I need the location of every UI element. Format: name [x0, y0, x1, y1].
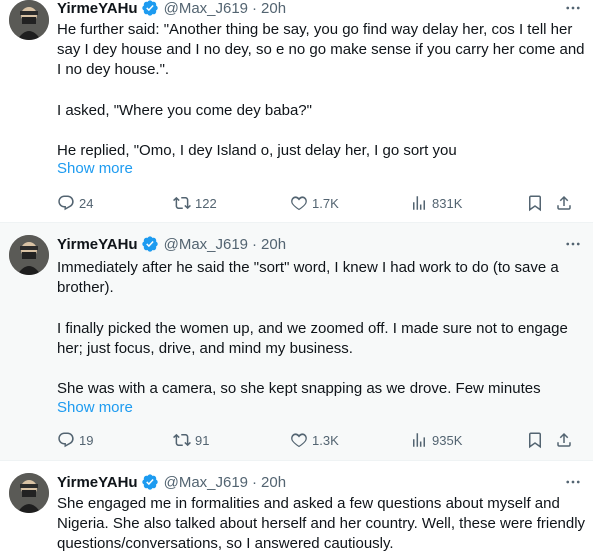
tweet-text: She engaged me in formalities and asked …	[57, 494, 587, 553]
views-bar-chart-icon	[410, 194, 428, 212]
reply-icon	[57, 194, 75, 212]
verified-badge-icon	[141, 473, 159, 491]
author-handle[interactable]: @Max_J619	[164, 236, 248, 253]
author-name[interactable]: YirmeYAHu	[57, 0, 138, 17]
show-more-link[interactable]: Show more	[57, 399, 133, 416]
views-bar-chart-icon	[410, 431, 428, 449]
tweet-header: YirmeYAHu @Max_J619 · 20h	[57, 234, 583, 254]
heart-icon	[290, 431, 308, 449]
views-button[interactable]: 831K	[410, 193, 462, 213]
tweet-header: YirmeYAHu @Max_J619 · 20h	[57, 0, 583, 18]
repost-button[interactable]: 91	[173, 430, 209, 450]
timestamp[interactable]: 20h	[261, 0, 286, 17]
paragraph: He further said: "Another thing be say, …	[57, 21, 585, 79]
tweet-actions: 24 122 1.7K 831K	[57, 193, 577, 213]
reply-button[interactable]: 24	[57, 193, 93, 213]
avatar[interactable]	[9, 0, 49, 40]
views-button[interactable]: 935K	[410, 430, 462, 450]
paragraph: She was with a camera, so she kept snapp…	[57, 380, 541, 398]
share-icon	[555, 431, 573, 449]
avatar[interactable]	[9, 473, 49, 513]
share-button[interactable]	[555, 430, 573, 450]
more-horizontal-icon[interactable]	[563, 234, 583, 254]
paragraph: I finally picked the women up, and we zo…	[57, 319, 568, 357]
reply-icon	[57, 431, 75, 449]
heart-icon	[290, 194, 308, 212]
separator: ·	[252, 235, 258, 253]
like-count: 1.7K	[312, 195, 339, 211]
separator: ·	[252, 0, 258, 17]
share-button[interactable]	[555, 193, 573, 213]
paragraph: I asked, "Where you come dey baba?"	[57, 101, 312, 119]
separator: ·	[252, 473, 258, 491]
show-more-link[interactable]: Show more	[57, 160, 133, 177]
verified-badge-icon	[141, 0, 159, 17]
repost-count: 122	[195, 195, 217, 211]
tweet-text: He further said: "Another thing be say, …	[57, 20, 587, 161]
like-button[interactable]: 1.7K	[290, 193, 339, 213]
more-horizontal-icon[interactable]	[563, 472, 583, 492]
bookmark-button[interactable]	[526, 430, 544, 450]
timeline: YirmeYAHu @Max_J619 · 20h He further sai…	[0, 0, 593, 553]
bookmark-icon	[526, 194, 544, 212]
tweet-actions: 19 91 1.3K 935K	[57, 430, 577, 450]
views-count: 831K	[432, 195, 463, 211]
reply-count: 24	[79, 195, 94, 211]
repost-count: 91	[195, 432, 210, 448]
tweet[interactable]: YirmeYAHu @Max_J619 · 20h Immediately af…	[0, 222, 593, 460]
reply-button[interactable]: 19	[57, 430, 93, 450]
paragraph: She engaged me in formalities and asked …	[57, 495, 586, 553]
reply-count: 19	[79, 432, 94, 448]
paragraph: Immediately after he said the "sort" wor…	[57, 259, 559, 297]
repost-icon	[173, 194, 191, 212]
author-handle[interactable]: @Max_J619	[164, 0, 248, 17]
like-count: 1.3K	[312, 432, 339, 448]
tweet-text: Immediately after he said the "sort" wor…	[57, 258, 587, 399]
tweet-header: YirmeYAHu @Max_J619 · 20h	[57, 472, 583, 492]
more-horizontal-icon[interactable]	[563, 0, 583, 18]
author-name[interactable]: YirmeYAHu	[57, 474, 138, 491]
tweet[interactable]: YirmeYAHu @Max_J619 · 20h He further sai…	[0, 0, 593, 222]
author-name[interactable]: YirmeYAHu	[57, 236, 138, 253]
bookmark-button[interactable]	[526, 193, 544, 213]
bookmark-icon	[526, 431, 544, 449]
share-icon	[555, 194, 573, 212]
avatar[interactable]	[9, 235, 49, 275]
paragraph: He replied, "Omo, I dey Island o, just d…	[57, 142, 457, 160]
repost-button[interactable]: 122	[173, 193, 217, 213]
like-button[interactable]: 1.3K	[290, 430, 339, 450]
timestamp[interactable]: 20h	[261, 236, 286, 253]
verified-badge-icon	[141, 235, 159, 253]
views-count: 935K	[432, 432, 463, 448]
author-handle[interactable]: @Max_J619	[164, 474, 248, 491]
repost-icon	[173, 431, 191, 449]
timestamp[interactable]: 20h	[261, 474, 286, 491]
tweet[interactable]: YirmeYAHu @Max_J619 · 20h She engaged me…	[0, 460, 593, 553]
